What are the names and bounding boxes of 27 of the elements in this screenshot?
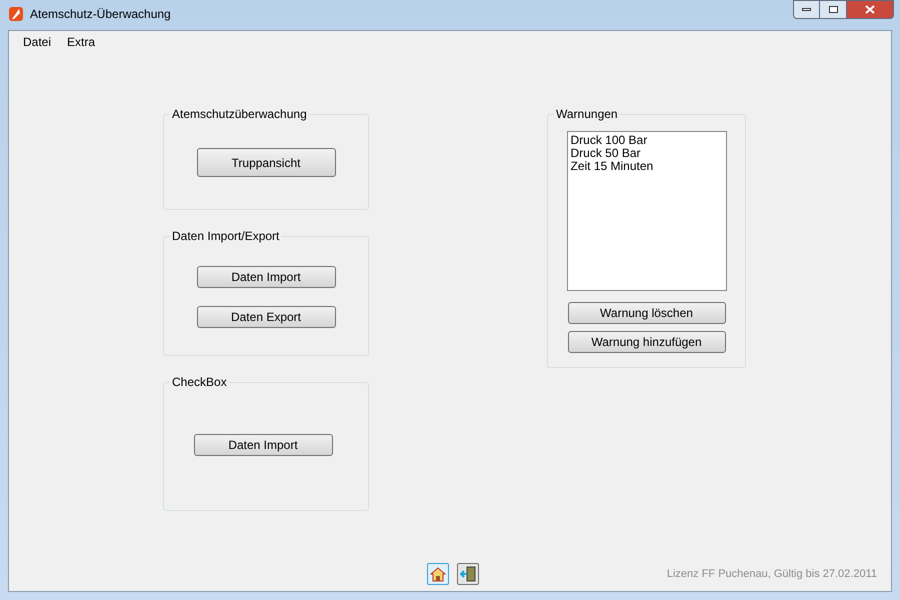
command-button[interactable]: Daten Import [196,266,336,288]
app-logo-icon [8,6,24,22]
command-button[interactable]: Warnung löschen [568,302,726,324]
minimize-button[interactable] [793,0,820,19]
group-title: Daten Import/Export [170,229,282,243]
command-button[interactable]: Daten Export [196,306,336,328]
group-title: Atemschutzüberwachung [170,107,309,121]
house-icon [430,566,446,582]
door-exit-icon [460,566,476,582]
list-item[interactable]: Druck 50 Bar [570,147,722,160]
group-title: Warnungen [554,107,620,121]
group-title: CheckBox [170,375,229,389]
command-button[interactable]: Daten Import [194,434,332,456]
menu-item[interactable]: Datei [16,33,58,51]
list-item[interactable]: Zeit 15 Minuten [570,160,722,173]
list-item[interactable]: Druck 100 Bar [570,134,722,147]
toolbar-button[interactable] [427,563,449,585]
menu-item[interactable]: Extra [60,33,102,51]
warning-list[interactable]: Druck 100 Bar Druck 50 Bar Zeit 15 Minuten [566,131,726,291]
toolbar-button[interactable] [457,563,479,585]
command-button[interactable]: Warnung hinzufügen [568,331,726,353]
license-status: Lizenz FF Puchenau, Gültig bis 27.02.2011 [666,566,877,582]
window-title: Atemschutz-Überwachung [30,6,171,22]
close-button[interactable] [847,0,894,19]
close-icon [865,5,875,14]
maximize-button[interactable] [820,0,847,19]
command-button[interactable]: Truppansicht [196,148,336,177]
